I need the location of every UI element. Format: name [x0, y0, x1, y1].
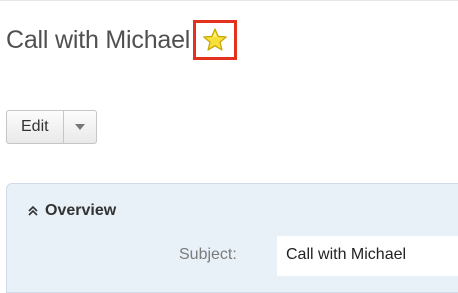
- actions-dropdown-button[interactable]: [64, 111, 96, 143]
- favorite-button[interactable]: [193, 20, 238, 60]
- record-actions: Edit: [6, 110, 97, 144]
- star-icon: [203, 28, 227, 51]
- subject-label: Subject:: [179, 246, 237, 263]
- overview-panel-toggle[interactable]: Overview: [27, 202, 116, 220]
- caret-down-icon: [74, 124, 85, 130]
- page-title: Call with Michael: [6, 25, 191, 54]
- panel-title: Overview: [45, 202, 117, 219]
- edit-button[interactable]: Edit: [7, 111, 64, 143]
- record-header: Call with Michael: [6, 20, 238, 60]
- subject-value[interactable]: Call with Michael: [277, 236, 458, 276]
- top-divider: [0, 0, 458, 1]
- double-chevron-up-icon: [28, 205, 38, 216]
- overview-panel: Overview Subject: Call with Michael: [6, 183, 458, 293]
